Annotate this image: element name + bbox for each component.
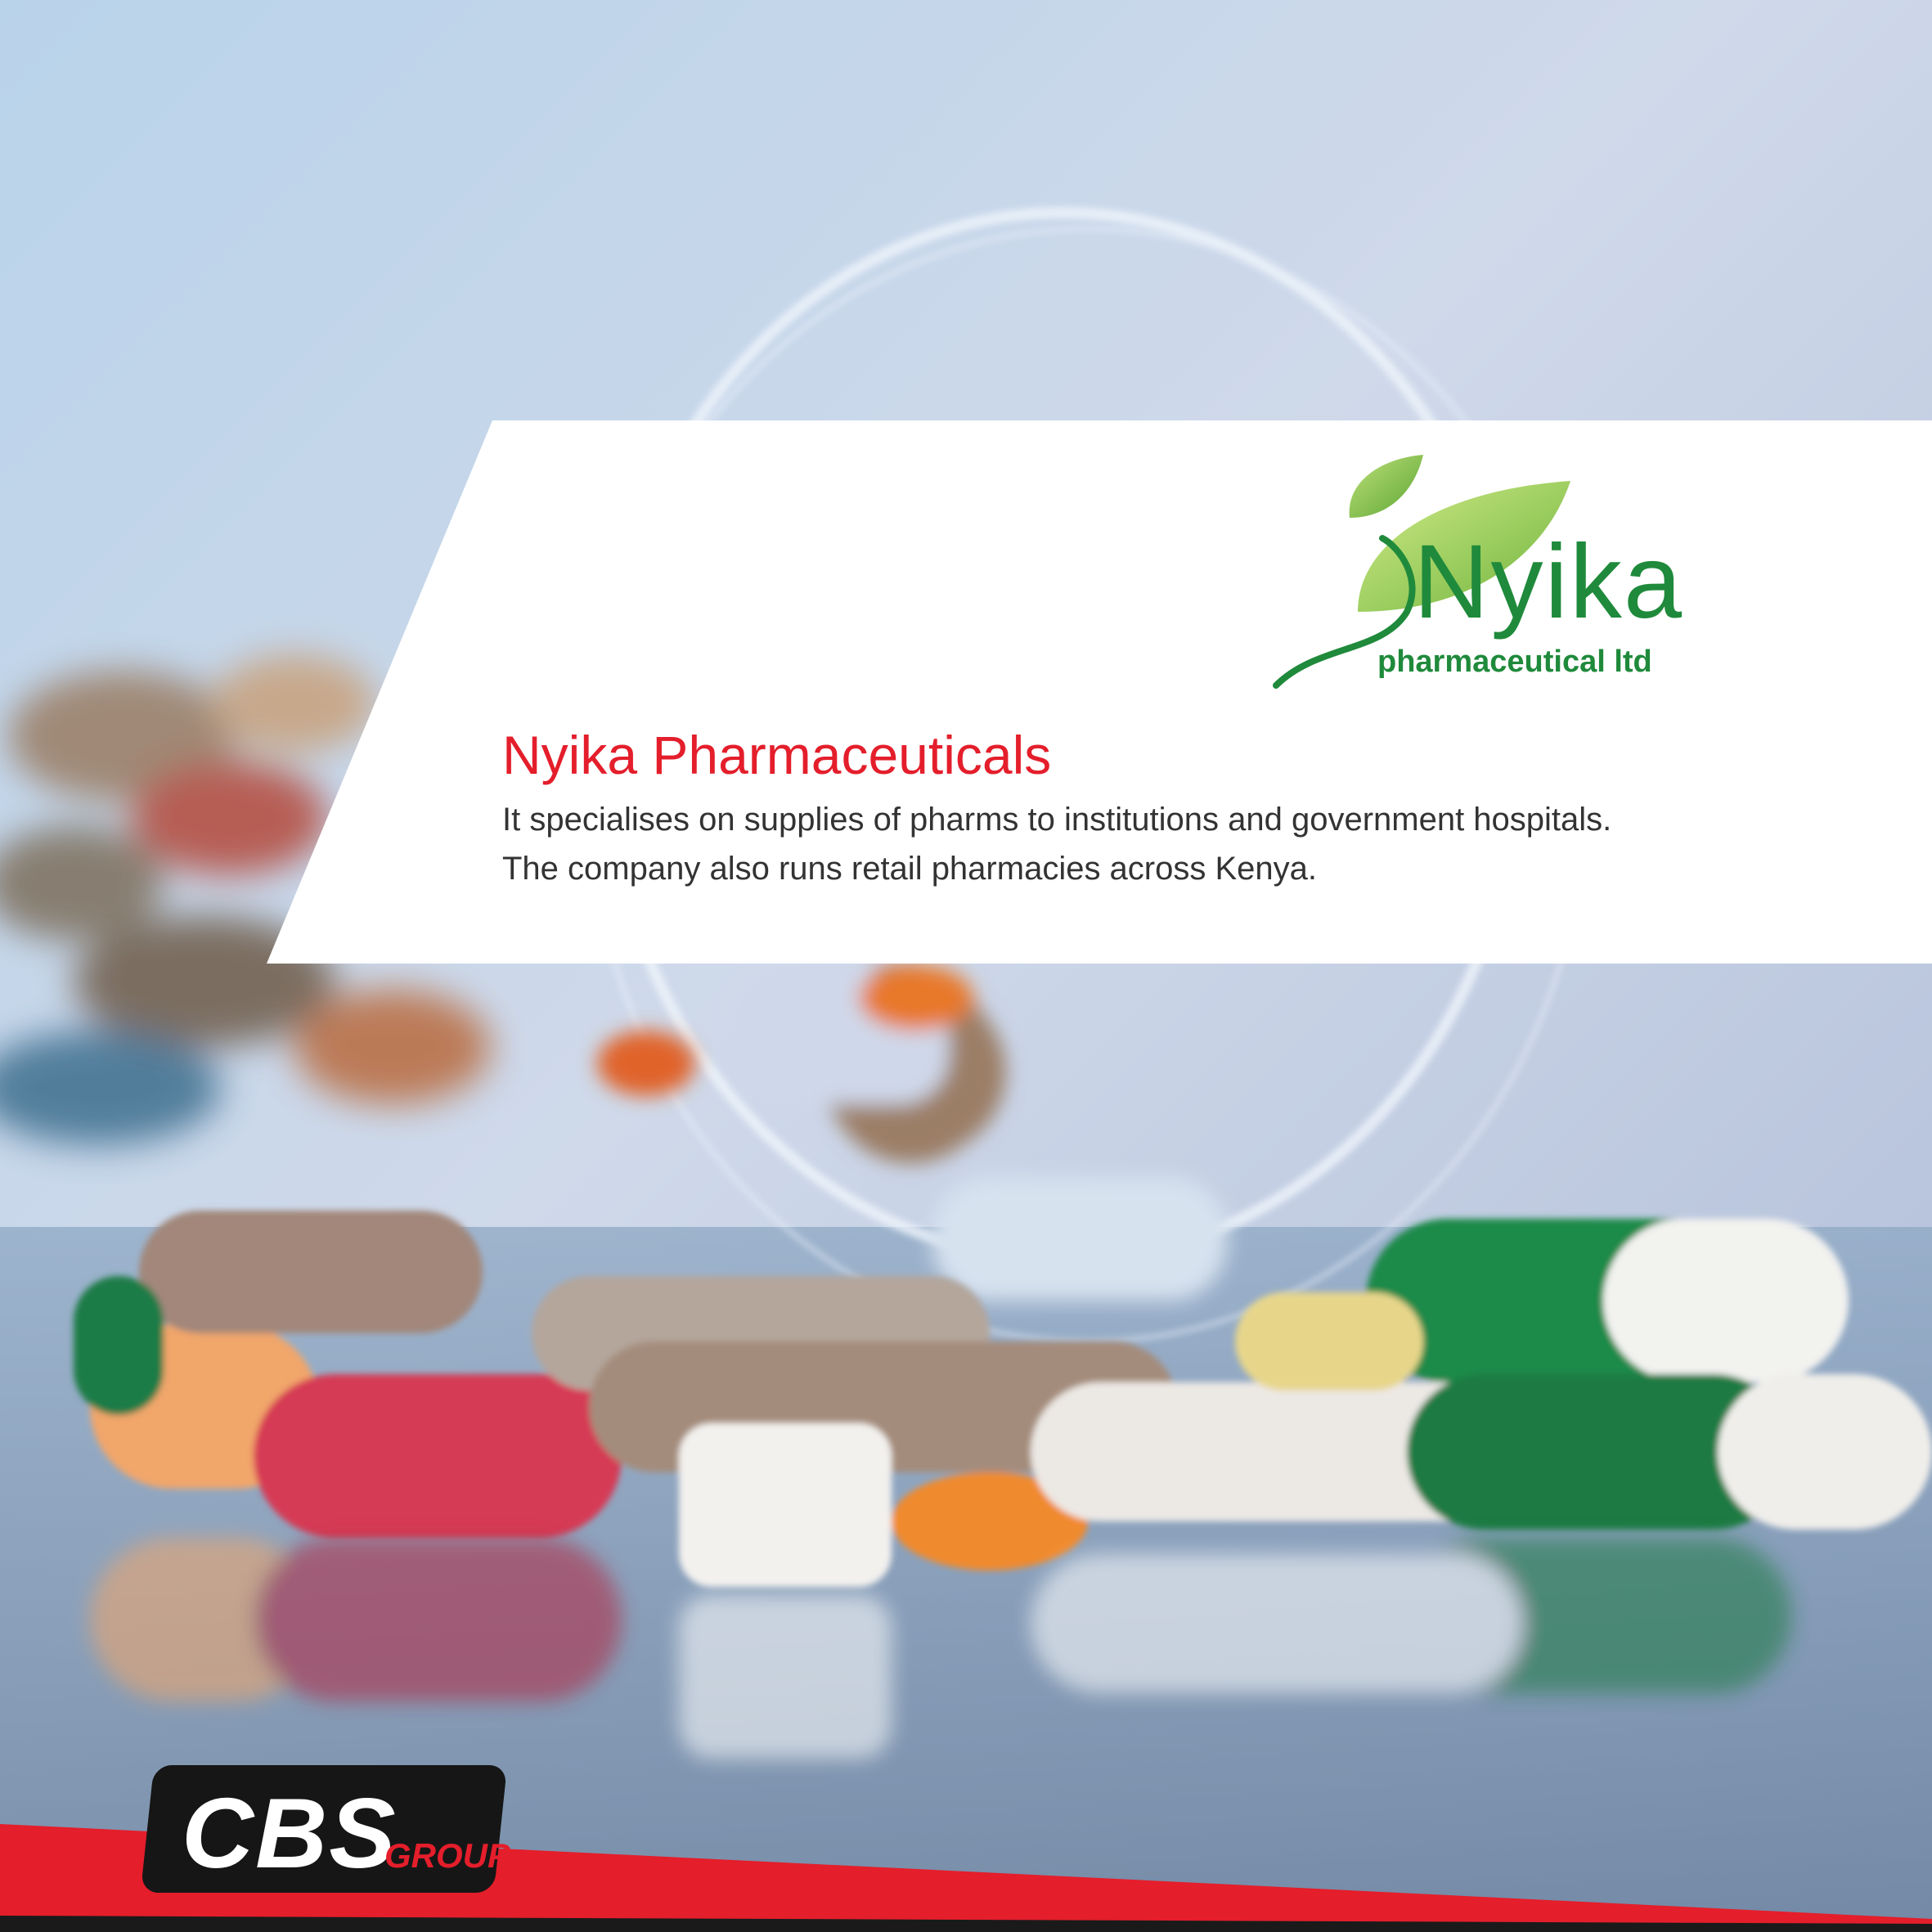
cbs-logo-text: CBS: [182, 1777, 398, 1889]
company-description: It specialises on supplies of pharms to …: [502, 795, 1893, 893]
cbs-logo-group: GROUP: [384, 1836, 511, 1875]
description-line: The company also runs retail pharmacies …: [502, 851, 1318, 887]
company-heading: Nyika Pharmaceuticals: [502, 725, 1052, 785]
info-panel: [267, 420, 1932, 964]
logo-subtitle: pharmaceutical ltd: [1377, 645, 1652, 679]
logo-wordmark: Nyika: [1413, 523, 1684, 640]
description-line: It specialises on supplies of pharms to …: [502, 802, 1612, 838]
